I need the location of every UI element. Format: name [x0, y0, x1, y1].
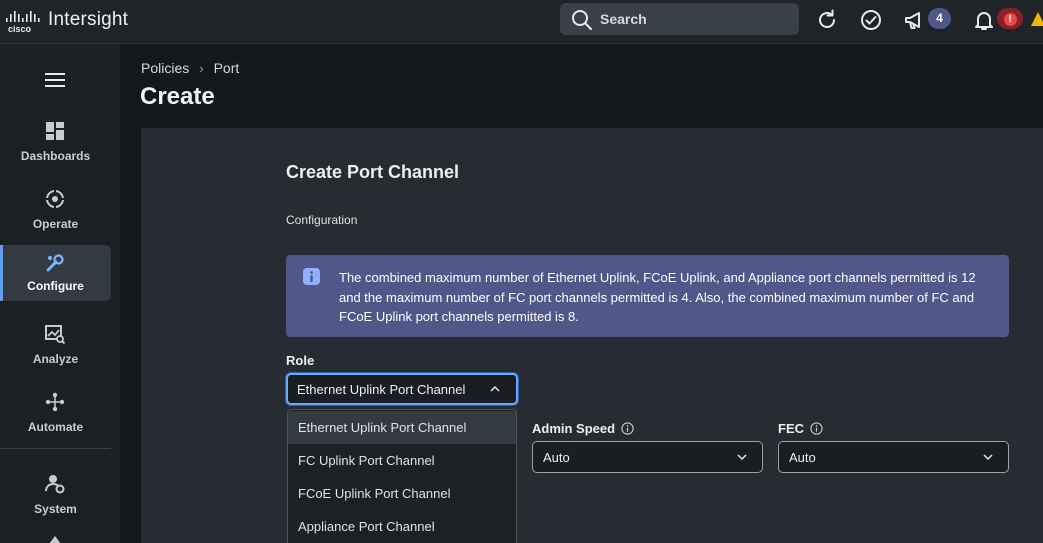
- sidebar-item-label: Automate: [27, 420, 84, 434]
- search-input[interactable]: Search: [560, 3, 799, 35]
- chevron-down-icon: [983, 454, 993, 461]
- sidebar-item-label: Configure: [27, 279, 84, 293]
- subsection-title: Configuration: [286, 213, 358, 227]
- admin-speed-label-text: Admin Speed: [532, 421, 616, 436]
- role-select-value: Ethernet Uplink Port Channel: [297, 382, 466, 397]
- configure-icon: [46, 254, 64, 272]
- app-name: Intersight: [48, 9, 129, 30]
- sidebar-item-dashboards[interactable]: Dashboards: [0, 115, 111, 171]
- fec-label-text: FEC: [778, 421, 804, 436]
- fec-label: FEC: [778, 421, 823, 436]
- role-option-appliance[interactable]: Appliance Port Channel: [288, 510, 516, 543]
- cisco-logo: cisco: [6, 11, 40, 34]
- sidebar-item-label: Dashboards: [20, 149, 91, 163]
- sidebar-divider: [0, 448, 111, 449]
- dashboards-icon: [46, 122, 64, 140]
- chevron-up-icon: [490, 385, 500, 392]
- svg-text:cisco: cisco: [8, 24, 32, 34]
- sidebar-item-configure[interactable]: Configure: [0, 245, 111, 301]
- sidebar-item-operate[interactable]: Operate: [0, 183, 111, 239]
- alerts-badge[interactable]: !: [997, 8, 1023, 29]
- breadcrumb: Policies › Port: [141, 60, 239, 76]
- role-select[interactable]: Ethernet Uplink Port Channel: [286, 373, 518, 405]
- alert-icon: !: [1003, 13, 1017, 26]
- top-bar: cisco Intersight Search 4 !: [0, 0, 1043, 44]
- system-icon: [45, 475, 65, 494]
- info-tooltip-icon[interactable]: [621, 422, 634, 435]
- operate-icon: [45, 189, 65, 209]
- section-title: Create Port Channel: [286, 162, 460, 182]
- more-nav-icon[interactable]: [48, 535, 62, 543]
- announcements-badge[interactable]: 4: [928, 8, 951, 29]
- role-option-fcoe-uplink[interactable]: FCoE Uplink Port Channel: [288, 477, 516, 510]
- role-dropdown-menu: Ethernet Uplink Port Channel FC Uplink P…: [287, 409, 517, 543]
- automate-icon: [45, 392, 65, 412]
- info-text: The combined maximum number of Ethernet …: [339, 270, 976, 324]
- admin-speed-label: Admin Speed: [532, 421, 634, 436]
- role-option-ethernet-uplink[interactable]: Ethernet Uplink Port Channel: [288, 411, 516, 444]
- breadcrumb-policies-link[interactable]: Policies: [141, 60, 189, 76]
- sidebar-item-label: System: [34, 502, 77, 516]
- warning-icon[interactable]: [1031, 10, 1043, 28]
- sidebar-item-label: Analyze: [32, 352, 79, 366]
- sidebar-item-automate[interactable]: Automate: [0, 386, 111, 442]
- page-title: Create: [140, 83, 215, 110]
- chevron-right-icon: ›: [199, 61, 204, 76]
- sidebar-item-analyze[interactable]: Analyze: [0, 318, 111, 374]
- bell-icon[interactable]: [972, 8, 996, 32]
- analyze-icon: [45, 325, 65, 344]
- admin-speed-select[interactable]: Auto: [532, 441, 763, 473]
- fec-select[interactable]: Auto: [778, 441, 1009, 473]
- role-label: Role: [286, 353, 315, 368]
- role-option-fc-uplink[interactable]: FC Uplink Port Channel: [288, 444, 516, 477]
- info-tooltip-icon[interactable]: [810, 422, 823, 435]
- search-placeholder: Search: [600, 11, 647, 27]
- sidebar-item-label: Operate: [32, 217, 79, 231]
- sidebar-item-system[interactable]: System: [0, 468, 111, 524]
- check-circle-icon[interactable]: [859, 8, 883, 32]
- breadcrumb-current: Port: [213, 60, 240, 76]
- fec-value: Auto: [789, 450, 816, 465]
- chevron-down-icon: [737, 454, 747, 461]
- search-icon: [572, 10, 593, 31]
- refresh-icon[interactable]: [815, 8, 839, 32]
- hamburger-menu-icon[interactable]: [45, 72, 65, 88]
- megaphone-icon[interactable]: [903, 8, 927, 32]
- main-panel: Create Port Channel Configuration The co…: [141, 128, 1043, 543]
- info-icon: [303, 268, 320, 285]
- info-banner: The combined maximum number of Ethernet …: [286, 255, 1009, 337]
- admin-speed-value: Auto: [543, 450, 570, 465]
